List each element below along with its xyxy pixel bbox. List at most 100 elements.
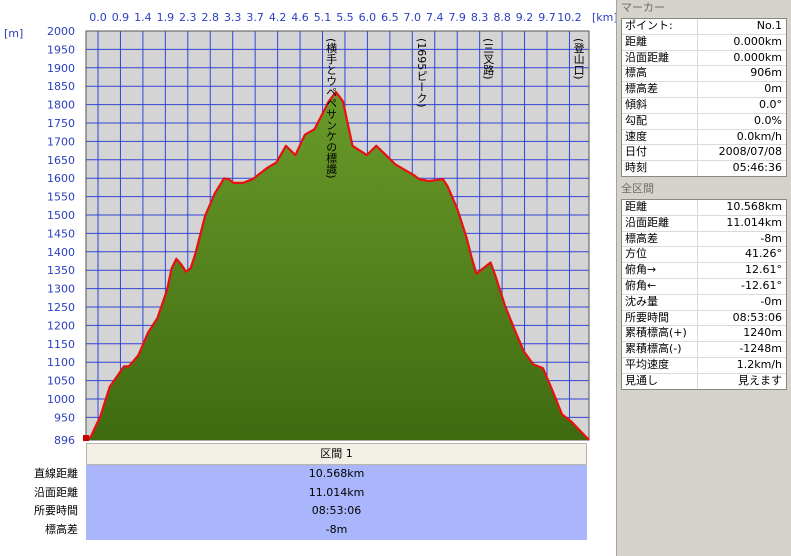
panel-row-value: -12.61° [741,278,782,292]
section-row-value: 08:53:06 [311,504,362,517]
panel-row: 沈み量 -0m [622,294,786,311]
y-tick-label: 1950 [47,43,75,56]
section-row-value: 11.014km [308,485,365,499]
y-tick-label: 1200 [47,319,75,332]
panel-row-key: 速度 [622,129,698,145]
panel-row: 沿面距離 0.000km [622,50,786,67]
section-labels: 直線距離 沿面距離 所要時間 標高差 [0,465,84,540]
annotation-label: (三叉路) [482,38,495,80]
y-tick-label: 1050 [47,375,75,388]
panel-row: 累積標高(-) -1248m [622,342,786,358]
panel-row: 平均速度 1.2km/h [622,357,786,374]
info-panel: マーカー ポイント: No.1 距離 0.000km 沿面距離 0.000km 標高 906m… [616,0,791,556]
panel-row-key: 沿面距離 [622,50,698,66]
panel-row-value: 1.2km/h [736,357,782,371]
panel-row-key: 距離 [622,199,698,215]
panel-row-value: 12.61° [745,263,782,277]
panel-row: 日付 2008/07/08 [622,145,786,162]
panel-row-value: 11.014km [726,215,782,229]
y-tick-label: 1250 [47,301,75,314]
y-tick-label: 1600 [47,172,75,185]
annotation-label: (1695ピーク) [415,38,428,108]
x-tick-label: 6.5 [381,11,399,24]
panel-row-value: 10.568km [726,199,782,213]
panel-row-key: 勾配 [622,113,698,129]
panel-row-key: 標高差 [622,231,698,247]
panel-row-value: -1248m [739,342,782,356]
panel-row-key: 方位 [622,247,698,263]
total-table: 距離 10.568km 沿面距離 11.014km 標高差 -8m 方位 41.26° 俯角→ 1… [621,198,787,390]
panel-row: 俯角← -12.61° [622,278,786,295]
section-row-value: -8m [325,522,348,536]
x-tick-label: 7.0 [404,11,422,24]
panel-row-value: 0.0km/h [736,129,782,143]
panel-row: 速度 0.0km/h [622,129,786,146]
section-row-value: 10.568km [308,467,365,480]
y-tick-label: 1300 [47,283,75,296]
x-tick-label: 7.4 [426,11,444,24]
panel-row-key: 俯角→ [622,263,698,278]
y-tick-label: 1000 [47,393,75,406]
annotation-label: (横手とウペペサンケの標識) [325,38,338,179]
annotation-label: (登山口) [572,38,585,80]
section-values: 10.568km 11.014km 08:53:06 -8m [86,465,587,540]
y-tick-label: 1100 [47,356,75,369]
panel-row: 標高 906m [622,66,786,83]
panel-row: 勾配 0.0% [622,113,786,130]
y-tick-label: 1900 [47,62,75,75]
panel-row-key: 時刻 [622,161,698,176]
x-tick-label: 8.3 [471,11,489,24]
x-tick-label: 3.3 [224,11,242,24]
panel-row: 俯角→ 12.61° [622,263,786,279]
section-row-label: 沿面距離 [34,485,78,499]
marker-table: ポイント: No.1 距離 0.000km 沿面距離 0.000km 標高 906m 標高差 0m… [621,18,787,177]
panel-row-value: 1240m [743,326,782,340]
panel-row: 時刻 05:46:36 [622,161,786,176]
panel-row-key: 累積標高(-) [622,342,698,357]
y-tick-label: 1150 [47,338,75,351]
panel-row-key: 日付 [622,145,698,161]
y-tick-label: 1700 [47,135,75,148]
panel-row-value: 0.0% [754,113,782,127]
panel-row-value: No.1 [756,19,782,32]
x-tick-label: 7.9 [448,11,466,24]
x-unit-label: [km] [592,11,616,24]
panel-row-key: 沈み量 [622,294,698,310]
marker-panel-title: マーカー [617,0,791,16]
y-tick-label: 1550 [47,191,75,204]
y-tick-label: 1800 [47,99,75,112]
panel-row-key: 標高 [622,66,698,82]
x-tick-label: 0.9 [112,11,130,24]
y-tick-label: 1400 [47,246,75,259]
x-tick-label: 2.3 [179,11,197,24]
x-tick-label: 9.7 [538,11,556,24]
y-tick-label: 1750 [47,117,75,130]
panel-row: 傾斜 0.0° [622,97,786,114]
y-tick-label: 896 [54,434,75,447]
y-tick-label: 1500 [47,209,75,222]
x-tick-label: 5.1 [314,11,332,24]
panel-row-value: -0m [760,294,782,308]
x-tick-label: 8.8 [493,11,511,24]
panel-row-key: 標高差 [622,82,698,97]
panel-row-key: 見通し [622,373,698,389]
panel-row-value: 0m [764,82,782,96]
panel-row-value: -8m [760,231,782,245]
y-tick-label: 1850 [47,80,75,93]
panel-row-key: 俯角← [622,278,698,294]
panel-row-value: 08:53:06 [732,310,782,324]
panel-row: 方位 41.26° [622,247,786,264]
panel-row-value: 41.26° [745,247,782,261]
total-panel-title: 全区間 [617,180,791,197]
panel-row-key: 傾斜 [622,97,698,113]
x-tick-label: 1.4 [134,11,152,24]
x-tick-label: 9.2 [516,11,534,24]
section-row-label: 直線距離 [34,467,78,480]
panel-row-key: 距離 [622,34,698,50]
start-marker[interactable] [83,435,89,441]
y-tick-label: 2000 [47,25,75,38]
panel-row: 標高差 -8m [622,231,786,248]
section-header[interactable]: 区間 1 [86,443,587,465]
x-tick-label: 10.2 [557,11,582,24]
panel-row-key: 累積標高(+) [622,326,698,342]
